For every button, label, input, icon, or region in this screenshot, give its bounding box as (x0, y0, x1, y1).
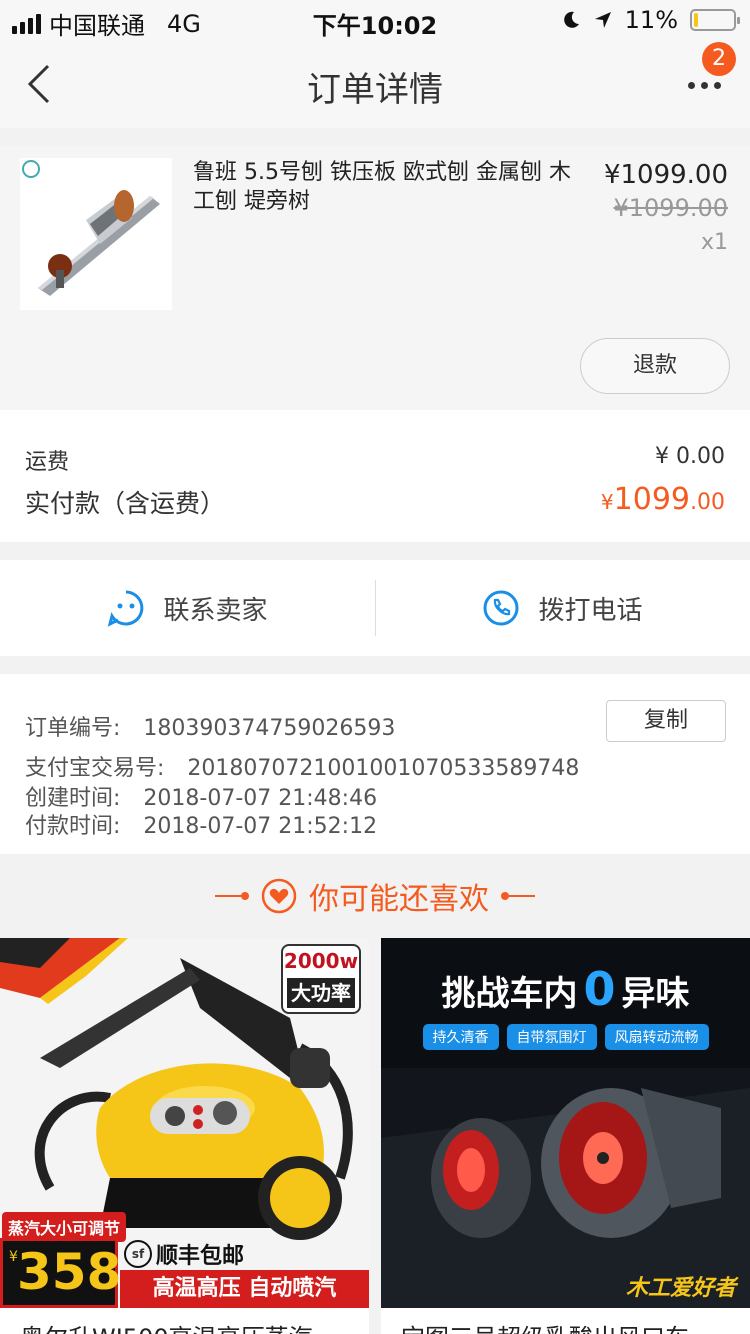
paid-currency: ¥ (600, 490, 614, 514)
store-logo-icon (22, 160, 40, 178)
call-label: 拨打电话 (538, 595, 643, 626)
contact-bar: 联系卖家 拨打电话 (0, 560, 750, 656)
paid-time-row: 付款时间: 2018-07-07 21:52:12 (25, 808, 377, 840)
status-icons: 11% (561, 6, 740, 34)
paid-integer: 1099 (613, 482, 690, 517)
heart-icon (261, 878, 297, 914)
shipping-text: 顺丰包邮 (156, 1244, 245, 1269)
refund-button[interactable]: 退款 (580, 338, 730, 394)
dot (701, 81, 708, 89)
nav-bar: 订单详情 2 (0, 40, 750, 128)
product-quantity: x1 (700, 230, 728, 255)
recommend-grid: 2000w 大功率 蒸汽大小可调节 ¥ 358 sf 顺丰包邮 高温高压 自动喷… (0, 938, 750, 1334)
recommend-card[interactable]: 2000w 大功率 蒸汽大小可调节 ¥ 358 sf 顺丰包邮 高温高压 自动喷… (0, 938, 369, 1334)
battery-percent: 11% (624, 6, 678, 34)
order-number: 180390374759026593 (143, 716, 396, 741)
product-item[interactable]: 鲁班 5.5号刨 铁压板 欧式刨 金属刨 木工刨 堤旁树 ¥1099.00 ¥1… (0, 146, 750, 410)
promo-price: 358 (17, 1243, 122, 1301)
promo-price-box: ¥ 358 (0, 1238, 122, 1308)
feature-pill: 自带氛围灯 (506, 1024, 597, 1050)
status-bar: 中国联通 4G 下午10:02 11% (0, 0, 750, 40)
product-thumbnail[interactable] (20, 158, 172, 310)
feature-pills: 持久清香 自带氛围灯 风扇转动流畅 (381, 1024, 750, 1050)
order-number-label: 订单编号: (25, 716, 121, 741)
headline-part-a: 挑战车内 (441, 974, 578, 1014)
page-title: 订单详情 (307, 70, 443, 110)
headline-zero: 0 (583, 962, 616, 1016)
shipping-tag: sf 顺丰包邮 (124, 1238, 244, 1270)
right-ornament (501, 892, 535, 900)
feature-pill: 持久清香 (422, 1024, 499, 1050)
moon-icon (563, 11, 579, 28)
recommend-header: 你可能还喜欢 (0, 854, 750, 938)
alipay-label: 支付宝交易号: (25, 756, 165, 781)
copy-button[interactable]: 复制 (606, 700, 726, 742)
steam-cleaner-image[interactable]: 2000w 大功率 蒸汽大小可调节 ¥ 358 sf 顺丰包邮 高温高压 自动喷… (0, 938, 369, 1308)
recommend-title: 你可能还喜欢 (309, 882, 489, 917)
notification-badge: 2 (702, 42, 736, 76)
paid-time-label: 付款时间: (25, 814, 121, 839)
paid-decimal: .00 (690, 490, 725, 515)
paid-label: 实付款（含运费） (25, 489, 226, 518)
sf-logo-icon: sf (124, 1240, 152, 1268)
headline-part-b: 异味 (621, 974, 690, 1014)
power-badge-value: 2000w (283, 949, 359, 973)
phone-icon (483, 590, 519, 626)
order-number-row: 订单编号: 180390374759026593 (25, 710, 395, 742)
power-badge-label: 大功率 (287, 978, 355, 1008)
shipping-label: 运费 (25, 450, 70, 475)
paid-time: 2018-07-07 21:52:12 (143, 814, 378, 839)
alipay-number: 2018070721001001070533589748 (187, 756, 580, 781)
contact-seller-label: 联系卖家 (163, 595, 268, 626)
power-badge: 2000w 大功率 (281, 944, 361, 1014)
card-title[interactable]: 宝图三号超级乳酸出风口车 (401, 1318, 689, 1334)
battery-icon (690, 9, 740, 31)
headline: 挑战车内 0 异味 (381, 962, 750, 1016)
watermark-logo: 木工爱好者 (625, 1276, 736, 1301)
car-fan-image[interactable]: 挑战车内 0 异味 持久清香 自带氛围灯 风扇转动流畅 木工爱好者 (381, 938, 750, 1308)
fee-summary: 运费 ¥ 0.00 实付款（含运费） ¥1099.00 (0, 410, 750, 542)
hand-plane-image (20, 158, 172, 310)
dot (688, 81, 695, 89)
product-title[interactable]: 鲁班 5.5号刨 铁压板 欧式刨 金属刨 木工刨 堤旁树 (193, 158, 583, 216)
location-arrow-icon (594, 12, 611, 28)
paid-amount: ¥1099.00 (601, 482, 725, 517)
call-button[interactable]: 拨打电话 (375, 560, 750, 656)
alipay-row: 支付宝交易号: 2018070721001001070533589748 (25, 750, 579, 782)
product-price: ¥1099.00 (603, 160, 728, 190)
shipping-value: ¥ 0.00 (655, 444, 725, 469)
promo-banner: 高温高压 自动喷汽 (120, 1270, 369, 1308)
left-ornament (215, 892, 249, 900)
feature-pill: 风扇转动流畅 (604, 1024, 709, 1050)
card-title[interactable]: 奥尔升WJ500高温高压蒸汽 (20, 1318, 313, 1334)
contact-seller-button[interactable]: 联系卖家 (0, 560, 375, 656)
chat-face-icon (108, 590, 144, 627)
dot (714, 81, 721, 89)
order-info: 订单编号: 180390374759026593 复制 支付宝交易号: 2018… (0, 674, 750, 854)
product-original-price: ¥1099.00 (613, 194, 728, 222)
recommend-card[interactable]: 挑战车内0异味 持久清香 自带氛围灯 风扇转动流畅 木工爱好者 宝图三号超级乳酸… (381, 938, 750, 1334)
